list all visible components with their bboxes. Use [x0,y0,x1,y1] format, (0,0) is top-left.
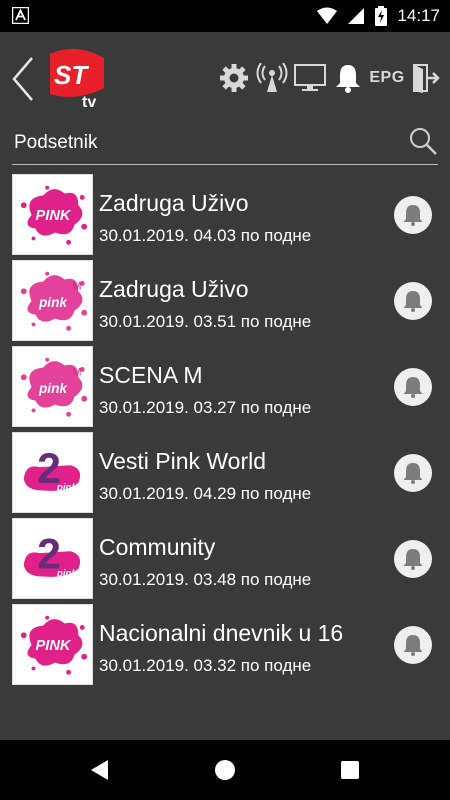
back-triangle-icon[interactable] [88,758,112,782]
reminder-toggle-button[interactable] [394,454,432,492]
show-datetime: 30.01.2019. 04.29 по подне [99,484,312,503]
show-title: Nacionalni dnevnik u 16 [99,620,344,646]
status-time: 14:17 [397,6,440,25]
reminder-item[interactable]: 2 pink Community 30.01.2019. 03.48 по по… [12,518,438,599]
monitor-icon [294,64,326,91]
svg-text:pink: pink [37,380,67,395]
system-nav-bar [0,740,450,800]
recents-square-icon[interactable] [338,758,362,782]
show-title: Zadruga Uživo [99,276,249,302]
epg-button[interactable]: EPG [369,62,405,94]
reminder-item[interactable]: PINK Zadruga Uživo 30.01.2019. 04.03 по … [12,174,438,255]
show-datetime: 30.01.2019. 03.48 по подне [99,570,312,589]
exit-button[interactable] [410,62,442,94]
bell-icon [403,635,423,656]
show-title: Community [99,534,216,560]
reminder-item[interactable]: PINK Nacionalni dnevnik u 16 30.01.2019.… [12,604,438,685]
svg-text:PINK: PINK [35,207,71,223]
bell-icon [403,463,423,484]
reminder-toggle-button[interactable] [394,368,432,406]
reminder-item[interactable]: pink M SCENA M 30.01.2019. 03.27 по подн… [12,346,438,427]
bell-icon [403,549,423,570]
wifi-icon [317,7,338,24]
signal-icon [348,8,365,24]
svg-text:ST: ST [54,60,89,90]
settings-icon [220,64,248,92]
app-header: ST tv EPG [0,32,450,118]
reminder-list: PINK Zadruga Uživo 30.01.2019. 04.03 по … [12,174,438,690]
bell-icon [336,65,360,93]
bell-icon [403,377,423,398]
reminder-item[interactable]: 2 pink Vesti Pink World 30.01.2019. 04.2… [12,432,438,513]
show-datetime: 30.01.2019. 04.03 по подне [99,226,312,245]
reminder-toggle-button[interactable] [394,540,432,578]
channel-logo: PINK [12,604,93,685]
svg-text:PINK: PINK [35,637,71,653]
broadcast-icon [256,63,288,92]
channel-logo: PINK [12,174,93,255]
show-datetime: 30.01.2019. 03.27 по подне [99,398,312,417]
channel-logo: pink M [12,260,93,341]
reminder-item[interactable]: pink M Zadruga Uživo 30.01.2019. 03.51 п… [12,260,438,341]
reminder-toggle-button[interactable] [394,282,432,320]
notification-a-icon [12,7,29,24]
broadcast-button[interactable] [256,62,288,94]
show-title: SCENA M [99,362,203,388]
search-icon[interactable] [408,126,438,156]
show-title: Vesti Pink World [99,448,267,474]
svg-text:pink: pink [55,568,77,579]
search-bar: Podsetnik [12,122,438,165]
settings-button[interactable] [218,62,250,94]
battery-charging-icon [375,6,388,26]
channel-logo: 2 pink [12,518,93,599]
channel-logo: pink M [12,346,93,427]
reminder-toggle-button[interactable] [394,196,432,234]
svg-text:pink: pink [37,294,67,309]
bell-icon [403,291,423,312]
tv-button[interactable] [294,62,326,94]
reminders-button[interactable] [332,62,364,94]
svg-text:pink: pink [55,482,77,493]
reminder-toggle-button[interactable] [394,626,432,664]
epg-label: EPG [369,69,405,86]
show-datetime: 30.01.2019. 03.32 по подне [99,656,312,675]
page-title: Podsetnik [14,132,98,153]
channel-logo: 2 pink [12,432,93,513]
show-datetime: 30.01.2019. 03.51 по подне [99,312,312,331]
show-title: Zadruga Uživo [99,190,249,216]
header-actions: EPG [218,62,442,94]
back-icon[interactable] [10,56,36,102]
svg-text:tv: tv [82,94,96,108]
home-circle-icon[interactable] [213,758,237,782]
svg-text:M: M [72,280,81,292]
exit-icon [413,64,440,93]
svg-text:M: M [72,366,81,378]
status-bar: 14:17 [0,0,450,32]
app-logo: ST tv [50,48,104,108]
bell-icon [403,205,423,226]
